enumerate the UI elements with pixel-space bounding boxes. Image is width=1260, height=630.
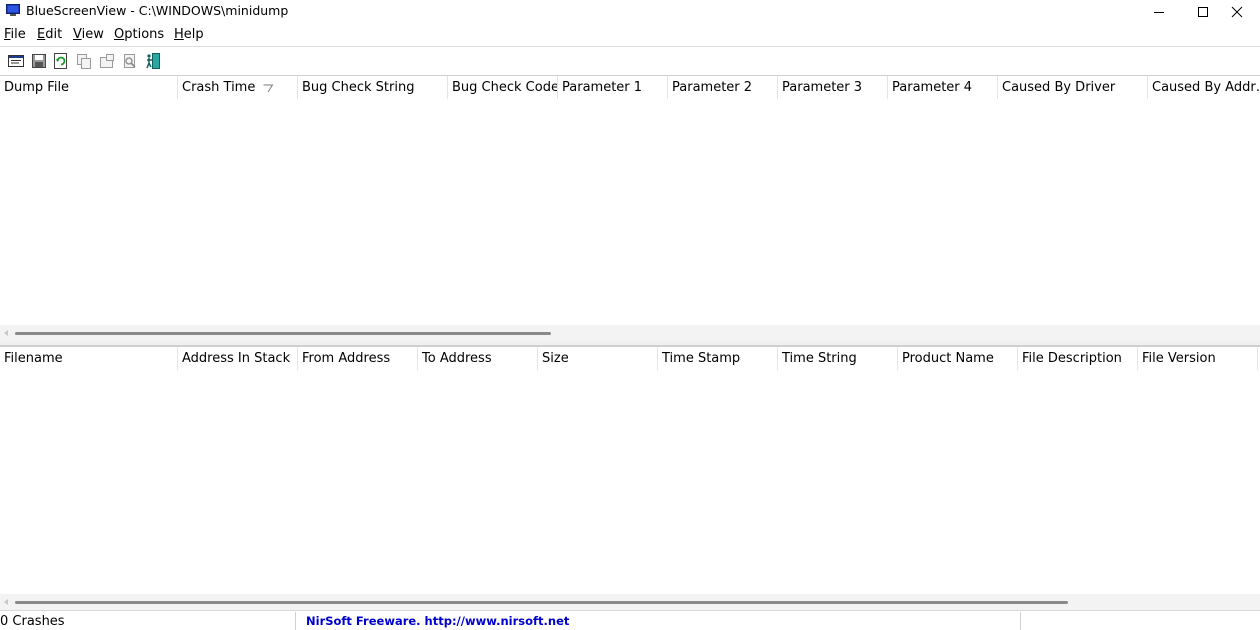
column-parameter-1[interactable]: Parameter 1 [558,76,668,99]
crash-list-horizontal-scrollbar[interactable] [0,325,1260,341]
minimize-icon [1154,12,1164,13]
driver-list-horizontal-scrollbar[interactable] [0,594,1260,610]
maximize-icon [1198,7,1208,17]
column-bug-check-code[interactable]: Bug Check Code [448,76,558,99]
status-divider [295,612,296,630]
window-title: BlueScreenView - C:\WINDOWS\minidump [26,3,289,18]
refresh-icon[interactable] [52,52,70,70]
status-bar: 0 Crashes NirSoft Freeware. http://www.n… [0,610,1260,630]
html-report-icon[interactable] [7,52,25,70]
column-file-description[interactable]: File Description [1018,347,1138,370]
menu-edit-label: dit [45,27,63,42]
driver-list[interactable] [0,370,1260,594]
column-caused-by-address[interactable]: Caused By Addr… [1148,76,1260,99]
find-icon[interactable] [121,52,139,70]
menu-edit[interactable]: Edit [37,27,62,42]
nirsoft-link[interactable]: NirSoft Freeware. http://www.nirsoft.net [306,614,569,628]
column-to-address[interactable]: To Address [418,347,538,370]
menu-options-label: ptions [124,27,165,42]
title-bar: BlueScreenView - C:\WINDOWS\minidump [0,0,1260,24]
column-filename[interactable]: Filename [0,347,178,370]
menu-view[interactable]: View [73,27,104,42]
crash-list-scroll-thumb[interactable] [15,332,551,335]
app-icon [6,4,20,16]
save-icon[interactable] [30,52,48,70]
column-time-string[interactable]: Time String [778,347,898,370]
exit-icon[interactable] [144,52,162,70]
column-crash-time-label: Crash Time [182,80,256,95]
properties-icon[interactable] [98,52,116,70]
column-parameter-3[interactable]: Parameter 3 [778,76,888,99]
column-size[interactable]: Size [538,347,658,370]
column-crash-time[interactable]: Crash Time [178,76,298,99]
menu-file[interactable]: File [4,27,26,42]
scroll-left-icon[interactable] [3,330,9,336]
toolbar [0,46,1260,74]
column-from-address[interactable]: From Address [298,347,418,370]
close-icon [1231,6,1243,18]
menu-edit-accel: E [37,27,46,42]
crash-count: 0 Crashes [0,614,65,629]
menu-view-accel: V [73,27,82,42]
column-parameter-2[interactable]: Parameter 2 [668,76,778,99]
crash-list-header: Dump File Crash Time Bug Check String Bu… [0,75,1260,99]
scroll-left-icon[interactable] [3,599,9,605]
column-dump-file[interactable]: Dump File [0,76,178,99]
minimize-button[interactable] [1136,0,1182,24]
menu-options[interactable]: Options [114,27,164,42]
menu-view-label: iew [81,27,104,42]
column-parameter-4[interactable]: Parameter 4 [888,76,998,99]
status-divider [1020,612,1021,630]
column-file-version[interactable]: File Version [1138,347,1258,370]
menu-bar: File Edit View Options Help [0,26,1260,46]
sort-descending-icon [263,84,274,93]
menu-help-label: elp [183,27,204,42]
menu-file-label: ile [10,27,26,42]
driver-list-scroll-thumb[interactable] [15,601,1068,604]
menu-options-accel: O [114,27,125,42]
crash-list[interactable] [0,99,1260,325]
column-address-in-stack[interactable]: Address In Stack [178,347,298,370]
menu-help-accel: H [174,27,184,42]
column-caused-by-driver[interactable]: Caused By Driver [998,76,1148,99]
driver-list-header: Filename Address In Stack From Address T… [0,346,1260,370]
column-product-name[interactable]: Product Name [898,347,1018,370]
close-button[interactable] [1214,0,1260,24]
menu-help[interactable]: Help [174,27,204,42]
column-bug-check-string[interactable]: Bug Check String [298,76,448,99]
column-time-stamp[interactable]: Time Stamp [658,347,778,370]
copy-icon[interactable] [75,52,93,70]
